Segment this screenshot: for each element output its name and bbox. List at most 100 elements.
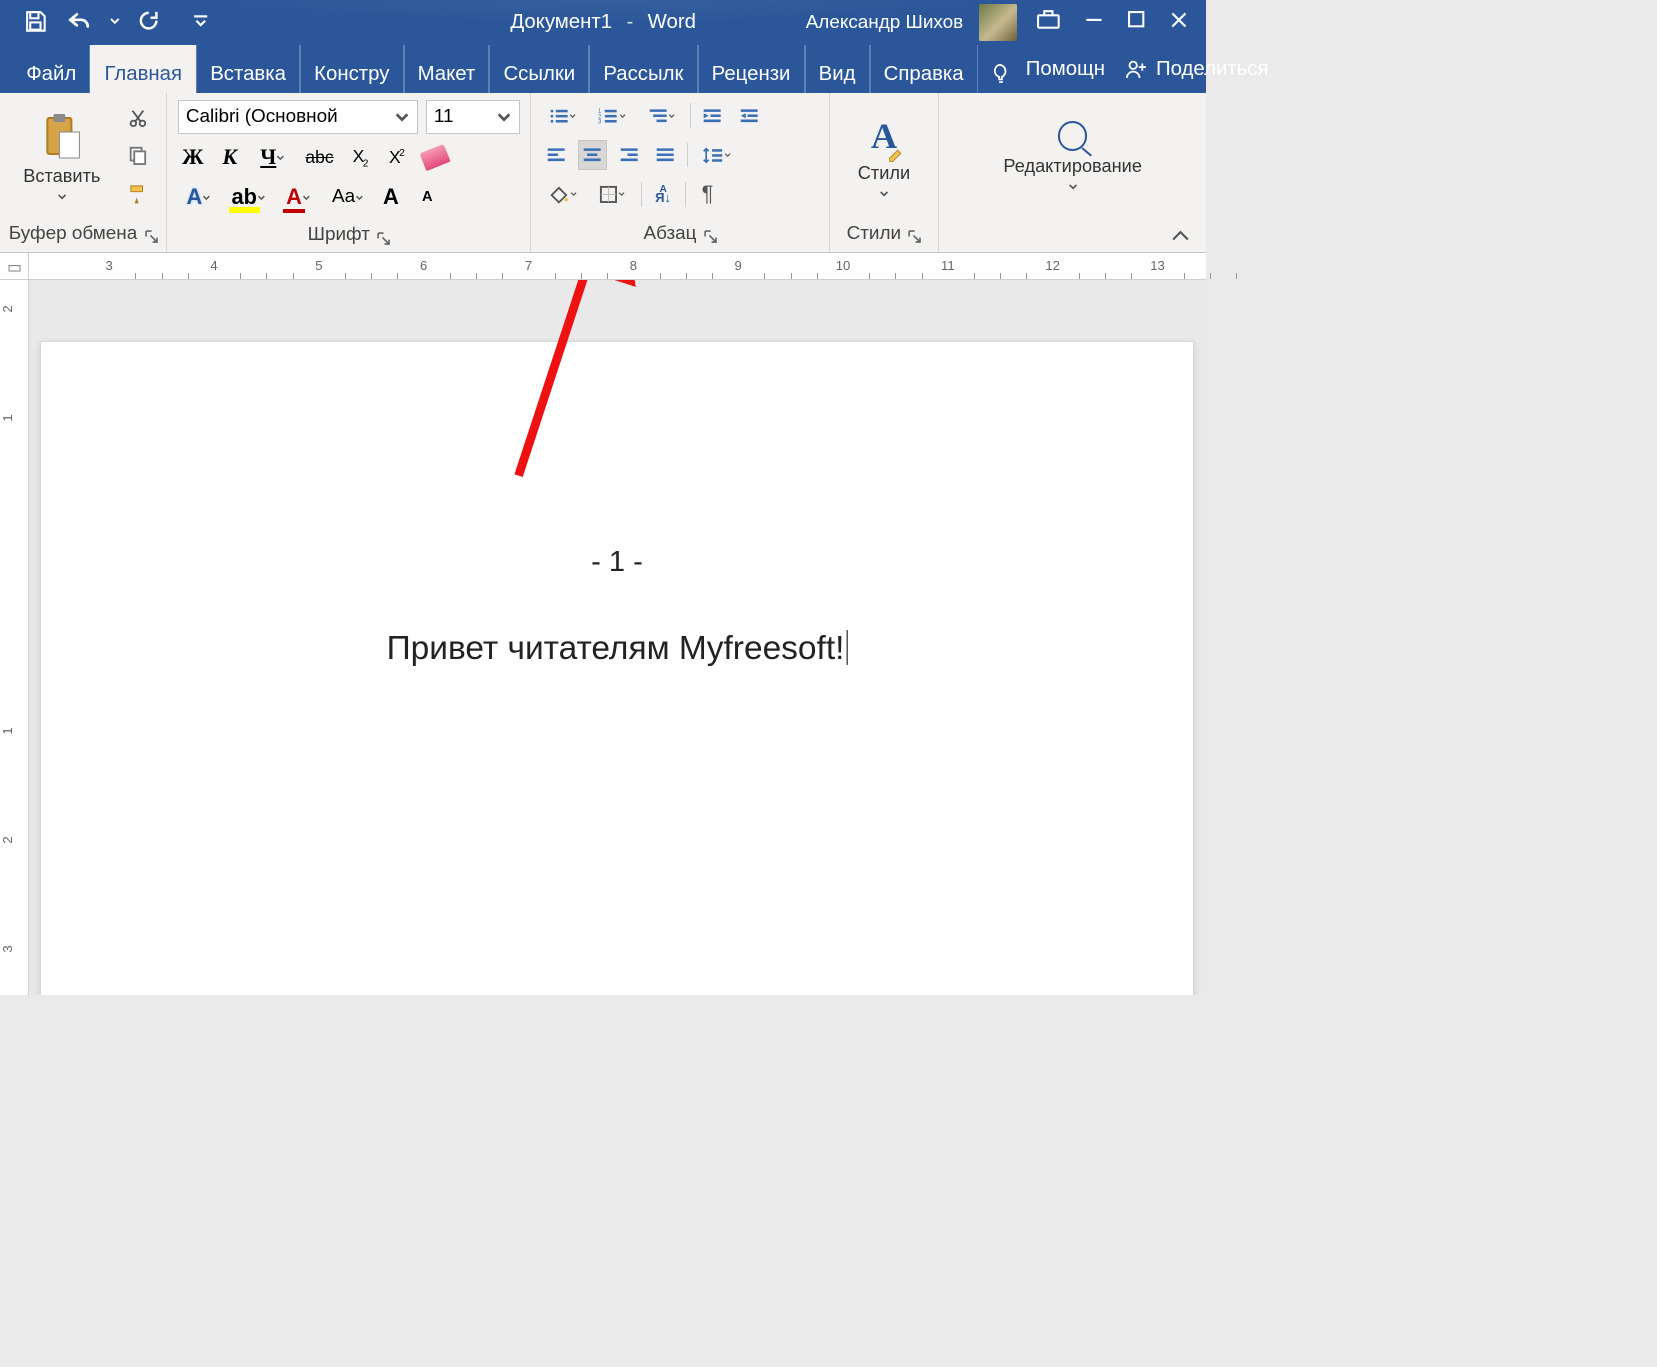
tab-layout[interactable]: Макет [404, 45, 490, 93]
collapse-ribbon-button[interactable] [1171, 228, 1190, 246]
increase-indent-button[interactable] [734, 100, 763, 131]
account-avatar[interactable] [979, 4, 1017, 42]
underline-button[interactable]: Ч [252, 143, 294, 174]
save-button[interactable] [20, 6, 51, 40]
font-name-combo[interactable]: Calibri (Основной [178, 100, 419, 133]
group-font: Calibri (Основной 11 Ж К Ч abc X2 X2 A a [167, 93, 531, 252]
font-size-value: 11 [434, 106, 454, 128]
tab-view[interactable]: Вид [805, 45, 870, 93]
editing-button[interactable]: Редактирование [990, 116, 1155, 197]
italic-button[interactable]: К [215, 143, 244, 174]
ruler-h-label: 10 [836, 258, 851, 273]
ruler-v-label: 2 [1, 305, 16, 312]
align-justify-button[interactable] [651, 140, 680, 171]
ruler-h-label: 4 [210, 258, 217, 273]
ribbon: Вставить Буфер обмена [0, 93, 1206, 253]
chevron-down-icon [394, 109, 410, 125]
clear-formatting-button[interactable] [418, 143, 453, 174]
font-size-combo[interactable]: 11 [426, 100, 521, 133]
ruler-h-label: 13 [1150, 258, 1165, 273]
format-painter-button[interactable] [122, 178, 154, 209]
bullets-button[interactable] [542, 100, 584, 131]
cut-button[interactable] [122, 103, 154, 134]
bold-button[interactable]: Ж [178, 143, 208, 174]
ruler-h-label: 7 [525, 258, 532, 273]
paragraph-launcher-icon[interactable] [704, 228, 717, 241]
ruler-horizontal[interactable]: 345678910111213 [0, 253, 1206, 279]
chevron-down-icon [619, 113, 626, 119]
chevron-down-icon [570, 191, 577, 197]
styles-launcher-icon[interactable] [908, 228, 921, 241]
highlight-color-button[interactable]: ab [227, 182, 270, 213]
grow-font-button[interactable]: A [376, 182, 405, 213]
sort-button[interactable]: АЯ↓ [649, 179, 678, 210]
svg-text:3: 3 [598, 119, 602, 124]
ruler-corner[interactable] [0, 253, 29, 278]
ruler-h-label: 3 [106, 258, 113, 273]
tab-mailings[interactable]: Рассылк [589, 45, 697, 93]
chevron-down-icon [879, 190, 889, 197]
maximize-button[interactable] [1123, 6, 1149, 38]
highlight-icon: ab [231, 184, 256, 210]
account-name[interactable]: Александр Шихов [806, 12, 964, 34]
font-color-button[interactable]: A [277, 182, 319, 213]
superscript-button[interactable]: X2 [382, 143, 411, 174]
shrink-font-button[interactable]: A [413, 182, 442, 213]
minimize-button[interactable] [1080, 6, 1108, 40]
document-body-text[interactable]: Привет читателям Myfreesoft! [387, 630, 848, 668]
line-spacing-button[interactable] [695, 140, 737, 171]
tab-insert[interactable]: Вставка [196, 45, 300, 93]
paste-button[interactable]: Вставить [10, 106, 113, 206]
chevron-down-icon [668, 113, 675, 119]
ribbon-tabs: Файл Главная Вставка Констру Макет Ссылк… [0, 45, 1206, 93]
show-marks-button[interactable]: ¶ [693, 179, 722, 210]
change-case-button[interactable]: Aa [327, 182, 369, 213]
sort-icon: АЯ↓ [655, 186, 671, 203]
qat-customize-button[interactable] [189, 9, 212, 35]
close-button[interactable] [1166, 6, 1194, 40]
font-launcher-icon[interactable] [377, 229, 390, 242]
group-editing: Редактирование [939, 93, 1206, 252]
tab-review[interactable]: Рецензи [698, 45, 805, 93]
tab-help[interactable]: Справка [870, 45, 978, 93]
text-effects-button[interactable]: A [178, 182, 220, 213]
ruler-h-label: 6 [420, 258, 427, 273]
tab-file[interactable]: Файл [13, 45, 90, 93]
tab-home[interactable]: Главная [90, 45, 196, 93]
ruler-h-label: 12 [1045, 258, 1060, 273]
subscript-button[interactable]: X2 [345, 143, 374, 174]
numbering-button[interactable]: 123 [591, 100, 633, 131]
undo-more-icon[interactable] [109, 15, 121, 30]
align-right-button[interactable] [614, 140, 643, 171]
paint-bucket-icon [548, 184, 570, 204]
strikethrough-button[interactable]: abc [301, 143, 338, 174]
share-button[interactable]: Поделиться [1125, 58, 1268, 81]
styles-button[interactable]: A Стили [845, 109, 924, 203]
tab-tell-me-icon[interactable] [978, 45, 1026, 93]
decrease-indent-button[interactable] [698, 100, 727, 131]
chevron-down-icon [302, 194, 311, 201]
chevron-down-icon [257, 194, 266, 201]
undo-button[interactable] [64, 7, 96, 38]
page[interactable]: - 1 - Привет читателям Myfreesoft! [41, 342, 1193, 995]
chevron-down-icon [569, 113, 576, 119]
copy-button[interactable] [122, 141, 154, 172]
tell-me-label[interactable]: Помощн [1026, 58, 1105, 81]
redo-button[interactable] [134, 7, 163, 39]
chevron-down-icon [355, 194, 364, 201]
font-color-icon: A [286, 184, 302, 210]
borders-button[interactable] [591, 179, 633, 210]
ribbon-display-options-button[interactable] [1033, 7, 1064, 38]
ruler-vertical[interactable]: 21123 [0, 280, 29, 996]
tab-design[interactable]: Констру [300, 45, 403, 93]
font-name-value: Calibri (Основной [186, 106, 338, 128]
tab-references[interactable]: Ссылки [489, 45, 589, 93]
clipboard-launcher-icon[interactable] [145, 228, 158, 241]
ruler-v-label: 1 [1, 727, 16, 734]
multilevel-list-button[interactable] [641, 100, 683, 131]
align-left-button[interactable] [542, 140, 571, 171]
chevron-down-icon [276, 154, 285, 161]
shading-button[interactable] [542, 179, 584, 210]
group-paragraph: 123 АЯ↓ ¶ [531, 93, 829, 252]
align-center-button[interactable] [578, 140, 607, 171]
